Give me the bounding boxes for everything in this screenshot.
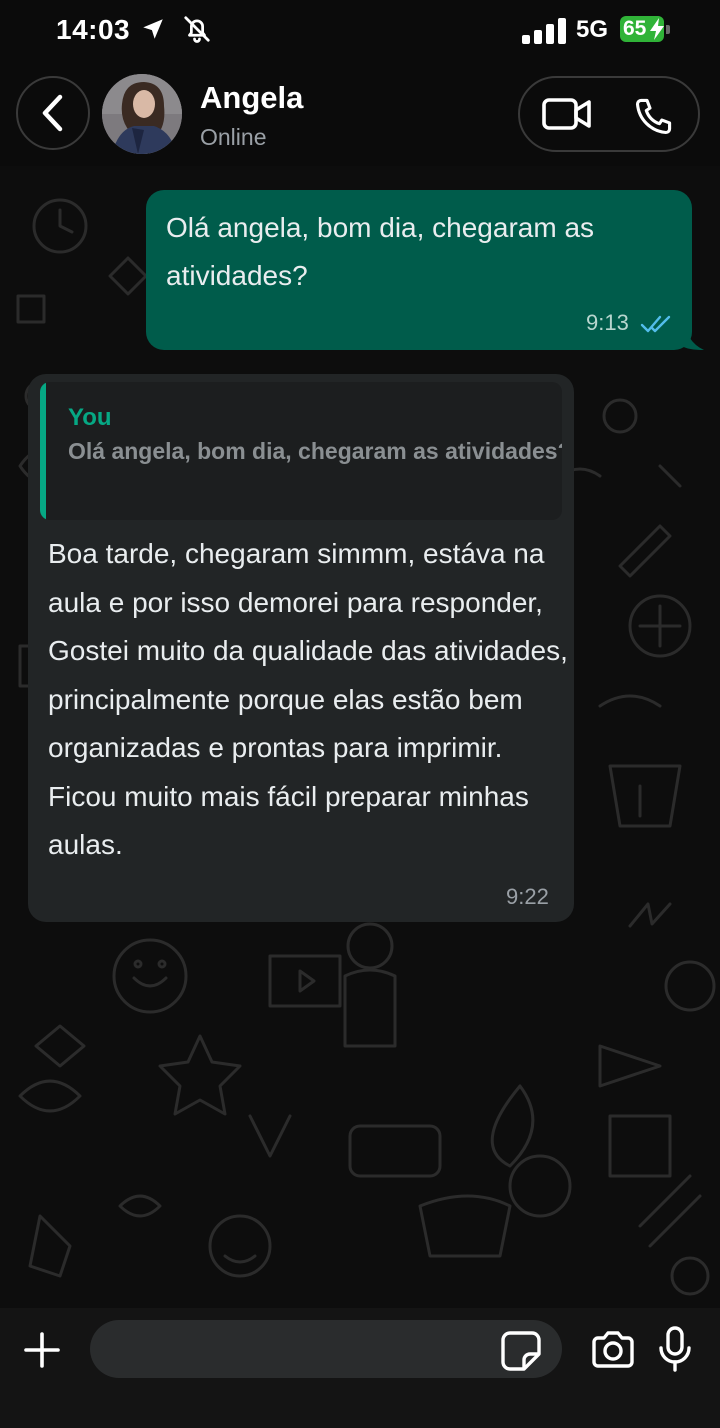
- message-bubble-outgoing[interactable]: Olá angela, bom dia, chegaram as ativida…: [146, 190, 692, 350]
- read-receipt-icon: [640, 315, 671, 333]
- plus-icon: [24, 1332, 60, 1368]
- back-chevron-icon: [42, 94, 63, 132]
- message-composer: [0, 1308, 720, 1428]
- sticker-icon: [501, 1331, 541, 1371]
- message-bubble-incoming[interactable]: You Olá angela, bom dia, chegaram as ati…: [28, 374, 574, 922]
- status-time: 14:03: [56, 14, 131, 45]
- phone-call-icon: [635, 98, 672, 135]
- quote-text: Olá angela, bom dia, chegaram as ativida…: [68, 438, 562, 464]
- back-button[interactable]: [16, 76, 90, 150]
- call-actions: [518, 76, 700, 152]
- location-arrow-icon: [140, 16, 166, 47]
- signal-bars-icon: [522, 18, 568, 49]
- quote-author: You: [68, 404, 112, 431]
- contact-name[interactable]: Angela: [200, 80, 303, 116]
- camera-icon: [592, 1331, 634, 1368]
- status-bar: 14:03 5G 65: [0, 0, 720, 62]
- network-type: 5G: [576, 16, 609, 43]
- battery-level: 65: [623, 17, 647, 40]
- quote-accent-bar: [40, 382, 46, 520]
- bell-off-icon: [182, 14, 212, 49]
- camera-button[interactable]: [590, 1330, 636, 1375]
- battery-tip: [666, 25, 670, 34]
- video-call-button[interactable]: [542, 96, 592, 137]
- phone-call-button[interactable]: [632, 94, 676, 143]
- message-text: Boa tarde, chegaram simmm, estáva na aul…: [48, 538, 568, 860]
- bubble-tail: [682, 316, 704, 350]
- quoted-message[interactable]: You Olá angela, bom dia, chegaram as ati…: [40, 382, 562, 520]
- video-call-icon: [542, 98, 591, 130]
- microphone-icon: [659, 1326, 691, 1372]
- avatar[interactable]: [102, 74, 182, 154]
- chat-header: Angela Online: [0, 62, 720, 166]
- chat-area[interactable]: Olá angela, bom dia, chegaram as ativida…: [0, 166, 720, 1308]
- message-text: Olá angela, bom dia, chegaram as ativida…: [166, 212, 595, 291]
- message-time: 9:13: [586, 310, 629, 335]
- message-time: 9:22: [506, 884, 549, 909]
- battery-charging-icon: 65: [620, 16, 664, 42]
- microphone-button[interactable]: [658, 1326, 692, 1377]
- contact-status: Online: [200, 124, 267, 150]
- sticker-button[interactable]: [500, 1330, 542, 1377]
- message-input[interactable]: [90, 1320, 562, 1378]
- attach-button[interactable]: [22, 1330, 62, 1375]
